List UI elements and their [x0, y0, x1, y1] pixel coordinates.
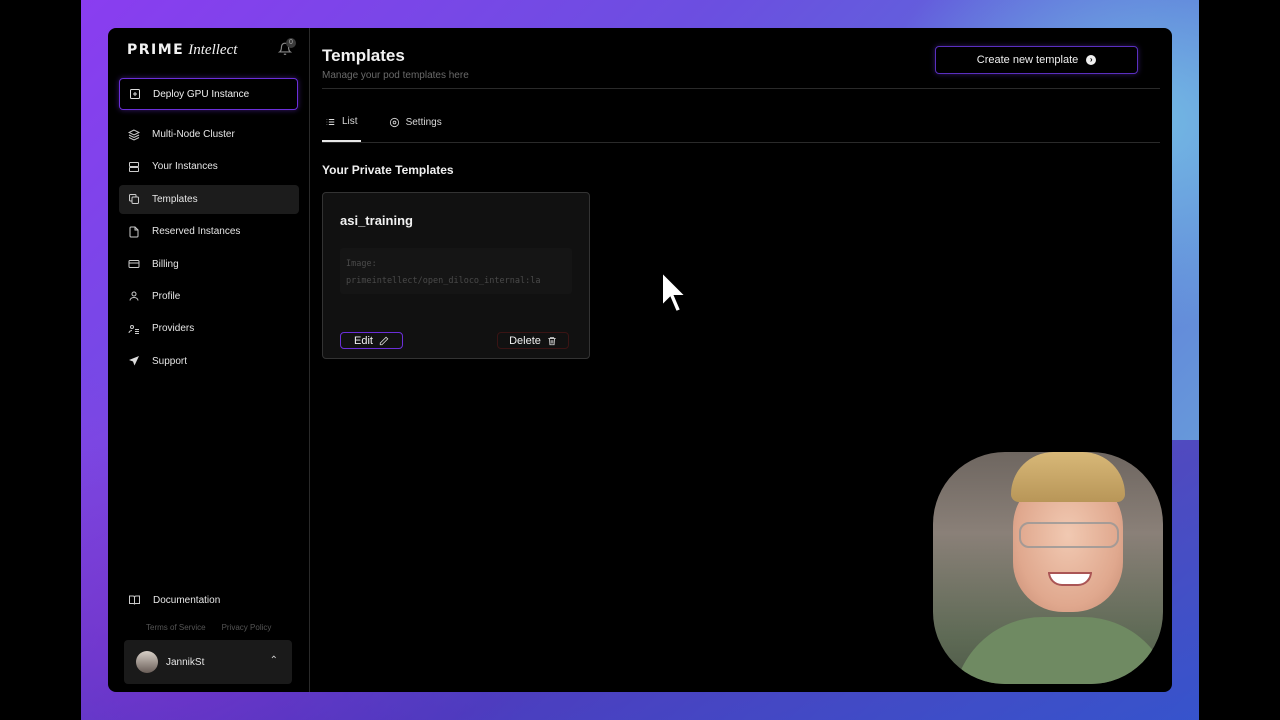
sidebar-item-label: Your Instances [152, 161, 218, 173]
template-image-value: primeintellect/open_diloco_internal:la [346, 276, 541, 286]
documentation-link[interactable]: Documentation [128, 594, 220, 606]
avatar [136, 651, 158, 673]
sidebar-item-label: Templates [152, 193, 198, 205]
tabs-divider [322, 142, 1160, 143]
user-icon [128, 290, 140, 302]
webcam-shirt [953, 617, 1163, 684]
sidebar-item-reserved-instances[interactable]: Reserved Instances [119, 217, 299, 246]
privacy-link[interactable]: Privacy Policy [222, 623, 272, 632]
webcam-overlay [933, 452, 1163, 684]
file-icon [128, 226, 140, 238]
settings-icon [389, 117, 399, 128]
sidebar-item-multi-node-cluster[interactable]: Multi-Node Cluster [119, 120, 299, 149]
tab-label: Settings [405, 117, 442, 128]
sidebar-item-label: Multi-Node Cluster [152, 129, 235, 140]
sidebar-item-label: Profile [152, 290, 181, 302]
user-name: JannikSt [166, 656, 205, 668]
deploy-gpu-button[interactable]: Deploy GPU Instance [119, 78, 298, 110]
logo-intellect: Intellect [188, 42, 238, 58]
sidebar-item-providers[interactable]: Providers [119, 314, 299, 343]
sidebar-item-label: Support [152, 355, 188, 367]
legal-links: Terms of Service Privacy Policy [146, 623, 271, 632]
sidebar-item-label: Reserved Instances [152, 226, 241, 238]
trash-icon [548, 336, 556, 345]
create-template-label: Create new template [976, 54, 1079, 66]
template-card: asi_training Image: primeintellect/open_… [322, 192, 590, 359]
notification-badge: 0 [286, 38, 296, 48]
deploy-gpu-label: Deploy GPU Instance [153, 88, 250, 100]
user-menu[interactable]: JannikSt ⌃ [124, 640, 292, 684]
create-template-button[interactable]: Create new template › [935, 46, 1138, 74]
documentation-label: Documentation [153, 594, 221, 606]
tab-settings[interactable]: Settings [389, 116, 442, 142]
book-icon [129, 595, 140, 605]
sidebar-nav: Multi-Node Cluster Your Instances Templa… [119, 120, 299, 379]
header-divider [322, 88, 1160, 89]
terms-link[interactable]: Terms of Service [146, 623, 206, 632]
page-title: Templates [322, 46, 405, 65]
arrow-right-circle-icon: › [1086, 55, 1097, 65]
providers-icon [128, 323, 140, 335]
delete-template-button[interactable]: Delete [497, 332, 569, 349]
page-subtitle: Manage your pod templates here [322, 70, 469, 81]
template-image-label: Image: [346, 259, 377, 269]
tab-list[interactable]: List [322, 116, 361, 142]
sidebar: PRIME Intellect 0 Deploy GPU Instance Mu… [108, 28, 310, 692]
mouse-cursor-icon [661, 270, 689, 314]
delete-label: Delete [509, 334, 541, 347]
tab-label: List [342, 116, 358, 127]
sidebar-item-support[interactable]: Support [119, 347, 299, 376]
credit-card-icon [128, 258, 140, 270]
pencil-icon [379, 336, 389, 345]
logo[interactable]: PRIME Intellect [127, 42, 237, 59]
send-icon [128, 355, 140, 367]
template-name: asi_training [340, 213, 413, 228]
chevron-up-icon: ⌃ [269, 655, 278, 666]
list-icon [326, 118, 335, 125]
webcam-glasses [1019, 522, 1119, 548]
layers-icon [128, 128, 140, 141]
tabs: List Settings [322, 116, 442, 142]
section-title: Your Private Templates [322, 163, 454, 177]
sidebar-item-templates[interactable]: Templates [119, 184, 299, 214]
sidebar-item-profile[interactable]: Profile [119, 282, 299, 311]
sidebar-item-label: Billing [152, 258, 179, 270]
template-image-box: Image: primeintellect/open_diloco_intern… [340, 248, 572, 294]
plus-square-icon [130, 89, 140, 99]
copy-icon [128, 193, 140, 205]
webcam-hair [1011, 452, 1125, 502]
sidebar-item-label: Providers [152, 323, 195, 335]
sidebar-item-your-instances[interactable]: Your Instances [119, 152, 299, 181]
server-icon [128, 161, 140, 173]
sidebar-item-billing[interactable]: Billing [119, 250, 299, 279]
logo-prime: PRIME [127, 42, 185, 58]
edit-label: Edit [354, 334, 373, 347]
edit-template-button[interactable]: Edit [340, 332, 403, 349]
